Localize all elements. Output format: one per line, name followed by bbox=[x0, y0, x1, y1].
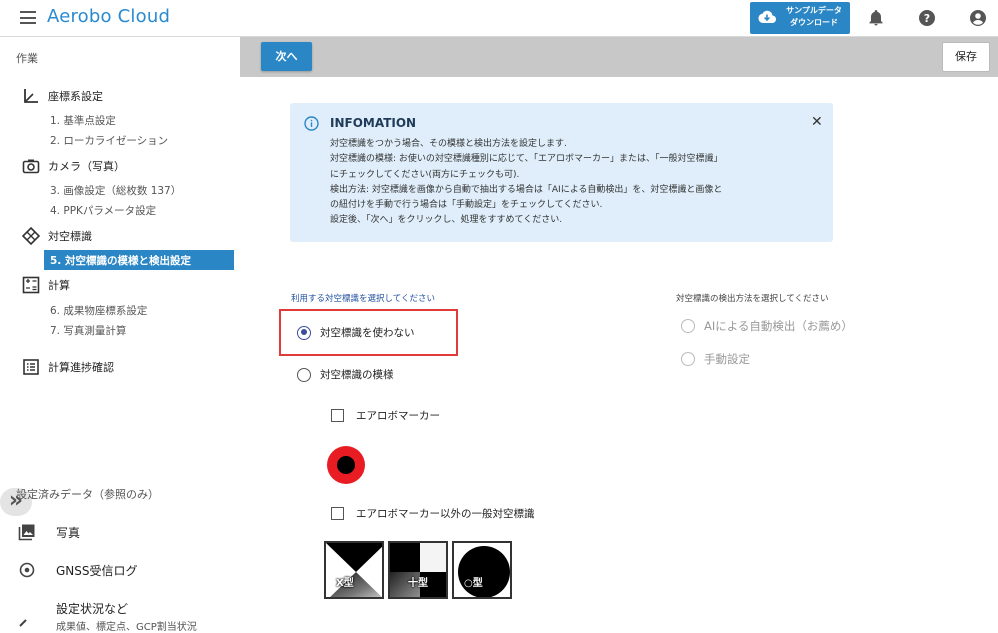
info-title: INFOMATION bbox=[330, 116, 417, 130]
nav-item-localization[interactable]: 2. ローカライゼーション bbox=[50, 133, 168, 148]
ref-item-label: GNSS受信ログ bbox=[56, 563, 138, 578]
info-line: 設定後、「次へ」をクリックし、処理をすすめてください. bbox=[330, 215, 563, 226]
radio-label: 手動設定 bbox=[704, 352, 750, 366]
marker-type-label: ○型 bbox=[464, 578, 483, 589]
nav-label: 計算進捗確認 bbox=[48, 361, 114, 374]
account-icon[interactable] bbox=[969, 9, 987, 27]
download-label: サンプルデータ ダウンロード bbox=[780, 5, 848, 29]
marker-type-label: X型 bbox=[336, 578, 354, 589]
info-line: 検出方法: 対空標識を画像から自動で抽出する場合は「AIによる自動検出」を、対空… bbox=[330, 184, 723, 195]
radio-manual-setting[interactable]: 手動設定 bbox=[681, 351, 750, 367]
nav-camera[interactable]: カメラ（写真） bbox=[22, 157, 125, 175]
radio-no-target[interactable]: 対空標識を使わない bbox=[297, 325, 415, 340]
radio-label: AIによる自動検出（お薦め） bbox=[704, 319, 853, 333]
work-section-title: 作業 bbox=[16, 52, 38, 65]
checkbox-label: エアロボマーカー以外の一般対空標識 bbox=[356, 508, 535, 520]
checkbox[interactable] bbox=[331, 507, 344, 520]
marker-type-label: 十型 bbox=[408, 578, 428, 589]
cross-type-target-image: 十型 bbox=[388, 541, 448, 599]
next-button[interactable]: 次へ bbox=[261, 42, 312, 71]
x-type-target-image: X型 bbox=[324, 541, 384, 599]
checkbox-aerobo-marker[interactable]: エアロボマーカー bbox=[331, 408, 440, 423]
nav-label: カメラ（写真） bbox=[48, 160, 125, 173]
sample-data-download-button[interactable]: サンプルデータ ダウンロード bbox=[750, 2, 850, 34]
nav-target[interactable]: 対空標識 bbox=[22, 227, 92, 245]
radio-label: 対空標識の模様 bbox=[320, 369, 394, 381]
sidebar: 作業 座標系設定 1. 基準点設定 2. ローカライゼーション カメラ（写真） … bbox=[0, 37, 240, 633]
target-diamond-icon bbox=[22, 227, 40, 245]
close-icon[interactable]: ✕ bbox=[811, 114, 823, 130]
nav-label: 計算 bbox=[48, 279, 70, 292]
download-label-line1: サンプルデータ bbox=[786, 6, 842, 15]
content-toolbar: 次へ 保存 bbox=[240, 37, 998, 77]
ref-item-photos[interactable]: 写真 bbox=[18, 523, 80, 541]
photo-icon bbox=[18, 524, 35, 541]
svg-text:?: ? bbox=[924, 12, 930, 25]
nav-label: 座標系設定 bbox=[48, 90, 103, 103]
ref-item-label: 設定状況など bbox=[56, 602, 129, 616]
nav-item-photogrammetry[interactable]: 7. 写真測量計算 bbox=[50, 323, 126, 338]
save-button[interactable]: 保存 bbox=[942, 42, 990, 72]
nav-label: 対空標識 bbox=[48, 230, 92, 243]
detection-method-label: 対空標識の検出方法を選択してください bbox=[676, 294, 829, 304]
reference-section-title: 設定済みデータ（参照のみ） bbox=[16, 488, 159, 501]
hamburger-menu-icon[interactable] bbox=[20, 11, 36, 24]
radio-ai-detection[interactable]: AIによる自動検出（お薦め） bbox=[681, 318, 853, 334]
gnss-icon bbox=[19, 562, 35, 578]
nav-coordinate-system[interactable]: 座標系設定 bbox=[22, 87, 103, 105]
axis-icon bbox=[24, 89, 38, 103]
nav-item-target-pattern-active[interactable]: 5. 対空標識の模様と検出設定 bbox=[44, 250, 234, 270]
cross-pattern-graphic bbox=[390, 543, 446, 597]
nav-item-output-coords[interactable]: 6. 成果物座標系設定 bbox=[50, 303, 147, 318]
nav-item-ppk-parameters[interactable]: 4. PPKパラメータ設定 bbox=[50, 203, 156, 218]
radio-button[interactable] bbox=[297, 367, 311, 382]
ref-item-gnss-log[interactable]: GNSS受信ログ bbox=[18, 561, 138, 579]
ref-item-sublabel: 成果値、標定点、GCP割当状況 bbox=[56, 622, 197, 633]
nav-calculation[interactable]: 計算 bbox=[22, 276, 70, 294]
info-line: 対空標識の模様: お使いの対空標識種別に応じて、「エアロボマーカー」または、「一… bbox=[330, 154, 723, 165]
help-icon[interactable]: ? bbox=[918, 9, 936, 27]
checkbox[interactable] bbox=[331, 409, 344, 422]
info-panel: INFOMATION ✕ 対空標識をつかう場合、その模様と検出方法を設定します.… bbox=[290, 103, 833, 242]
radio-label: 対空標識を使わない bbox=[320, 327, 415, 339]
aerobo-marker-image bbox=[327, 446, 365, 484]
checkbox-general-target[interactable]: エアロボマーカー以外の一般対空標識 bbox=[331, 506, 535, 521]
info-line: にチェックしてください(両方にチェックも可). bbox=[330, 169, 520, 180]
nav-item-control-points[interactable]: 1. 基準点設定 bbox=[50, 113, 116, 128]
radio-button-disabled[interactable] bbox=[681, 319, 695, 333]
radio-button-selected[interactable] bbox=[297, 325, 311, 340]
cloud-download-icon bbox=[758, 10, 776, 23]
x-pattern-graphic bbox=[326, 543, 382, 597]
calculator-icon bbox=[22, 276, 40, 294]
nav-progress[interactable]: 計算進捗確認 bbox=[22, 358, 114, 376]
target-selection-label: 利用する対空標識を選択してください bbox=[291, 294, 435, 304]
status-icon bbox=[19, 619, 27, 627]
bell-icon[interactable] bbox=[867, 9, 885, 27]
info-body: 対空標識をつかう場合、その模様と検出方法を設定します. 対空標識の模様: お使い… bbox=[330, 137, 820, 229]
radio-target-pattern[interactable]: 対空標識の模様 bbox=[297, 367, 394, 382]
info-line: 対空標識をつかう場合、その模様と検出方法を設定します. bbox=[330, 139, 567, 149]
circle-type-target-image: ○型 bbox=[452, 541, 512, 599]
app-header: Aerobo Cloud サンプルデータ ダウンロード ? bbox=[0, 0, 998, 37]
radio-button-disabled[interactable] bbox=[681, 352, 695, 366]
download-label-line2: ダウンロード bbox=[790, 18, 838, 27]
ref-item-label: 写真 bbox=[56, 525, 81, 540]
info-icon bbox=[304, 116, 319, 131]
ref-item-settings-status[interactable]: 設定状況など 成果値、標定点、GCP割当状況 bbox=[18, 600, 197, 633]
checkbox-label: エアロボマーカー bbox=[356, 410, 440, 422]
circle-pattern-graphic bbox=[454, 543, 510, 597]
info-line: の紐付けを手動で行う場合は「手動設定」をチェックしてください. bbox=[330, 200, 603, 211]
list-icon bbox=[23, 359, 39, 375]
app-title[interactable]: Aerobo Cloud bbox=[47, 6, 170, 27]
camera-icon bbox=[22, 159, 40, 174]
nav-item-image-settings[interactable]: 3. 画像設定（総枚数 137） bbox=[50, 183, 181, 198]
